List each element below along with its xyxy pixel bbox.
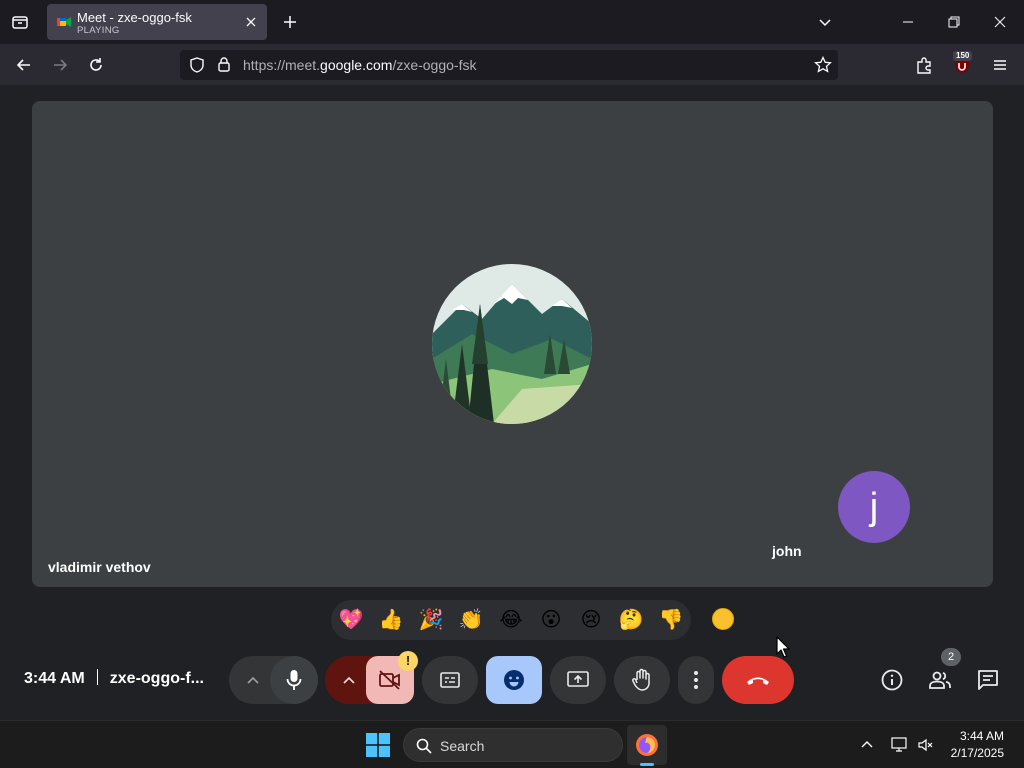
search-placeholder: Search (440, 738, 485, 754)
microphone-button[interactable] (270, 656, 318, 704)
chevron-down-icon[interactable] (813, 10, 837, 34)
browser-tab[interactable]: Meet - zxe-oggo-fsk PLAYING (47, 4, 267, 40)
microphone-icon (286, 670, 302, 690)
reaction-clap[interactable]: 👏 (457, 606, 485, 634)
close-icon[interactable] (241, 12, 261, 32)
network-icon[interactable] (891, 736, 909, 754)
audio-options-chevron-up-icon[interactable] (243, 670, 263, 690)
self-participant-tile[interactable]: j john (756, 441, 992, 571)
forward-arrow-icon[interactable] (47, 52, 73, 78)
self-avatar: j (838, 471, 910, 543)
taskbar-search-box[interactable]: Search (403, 728, 623, 762)
reaction-party[interactable]: 🎉 (417, 606, 445, 634)
tab-bar: Meet - zxe-oggo-fsk PLAYING (0, 0, 1024, 44)
meeting-time: 3:44 AM (24, 670, 85, 687)
windows-start-icon[interactable] (366, 733, 390, 757)
closed-captions-icon (440, 672, 460, 688)
back-arrow-icon[interactable] (11, 52, 37, 78)
reaction-thumbs-up[interactable]: 👍 (377, 606, 405, 634)
search-icon (416, 738, 432, 754)
emoji-icon (504, 670, 524, 690)
reaction-laugh[interactable]: 😂 (497, 606, 525, 634)
reaction-thinking[interactable]: 🤔 (617, 606, 645, 634)
reaction-thumbs-down[interactable]: 👎 (657, 606, 685, 634)
meeting-code: zxe-oggo-f... (109, 670, 204, 687)
tray-chevron-up-icon[interactable] (860, 737, 876, 753)
volume-muted-icon[interactable] (917, 736, 935, 754)
reload-icon[interactable] (83, 52, 109, 78)
hand-icon (632, 668, 650, 691)
tab-list-icon[interactable] (8, 10, 32, 34)
reactions-bar: 💖 👍 🎉 👏 😂 😮 😢 🤔 👎 (331, 600, 691, 640)
people-icon (929, 671, 951, 689)
video-off-icon (379, 670, 400, 690)
close-window-icon[interactable] (988, 10, 1012, 34)
menu-icon[interactable] (987, 52, 1013, 78)
captions-button[interactable] (422, 656, 478, 704)
raise-hand-button[interactable] (614, 656, 670, 704)
tab-title: Meet - zxe-oggo-fsk (77, 10, 192, 25)
reaction-heart[interactable]: 💖 (337, 606, 365, 634)
reaction-surprised[interactable]: 😮 (537, 606, 565, 634)
skin-tone-selector[interactable] (712, 608, 734, 630)
minimize-icon[interactable] (896, 10, 920, 34)
tab-playing-status: PLAYING (77, 25, 120, 36)
tray-clock-date[interactable]: 2/17/2025 (940, 746, 1004, 760)
present-screen-icon (567, 671, 589, 687)
divider (96, 669, 98, 685)
chat-button[interactable] (972, 664, 1004, 696)
url-text[interactable]: https://meet.google.com/zxe-oggo-fsk (243, 57, 476, 73)
chat-icon (978, 670, 998, 690)
extensions-icon[interactable] (911, 52, 937, 78)
main-participant-tile[interactable]: vladimir vethov j john (32, 101, 993, 587)
lock-icon[interactable] (217, 56, 231, 73)
star-icon[interactable] (814, 56, 832, 74)
info-icon (881, 669, 903, 691)
restore-icon[interactable] (942, 10, 966, 34)
navigation-bar: https://meet.google.com/zxe-oggo-fsk 150 (0, 44, 1024, 85)
meet-favicon-icon (57, 17, 71, 27)
people-button[interactable] (924, 664, 956, 696)
emoji-reactions-button[interactable] (486, 656, 542, 704)
main-participant-name: vladimir vethov (48, 559, 151, 575)
mouse-cursor-icon (776, 636, 790, 658)
extension-badge: 150 (953, 51, 973, 61)
audio-controls-group (229, 656, 318, 704)
present-screen-button[interactable] (550, 656, 606, 704)
firefox-icon (636, 734, 658, 756)
windows-taskbar: Search 3:44 AM 2/17/2025 (0, 720, 1024, 768)
leave-call-button[interactable] (722, 656, 794, 704)
video-options-chevron-up-icon[interactable] (339, 670, 359, 690)
camera-warning-badge: ! (398, 651, 418, 671)
tray-clock-time[interactable]: 3:44 AM (948, 729, 1004, 743)
more-vert-icon (694, 671, 698, 689)
call-end-icon (747, 677, 769, 685)
shield-icon[interactable] (189, 57, 205, 73)
url-bar[interactable]: https://meet.google.com/zxe-oggo-fsk (180, 50, 838, 80)
reaction-sad[interactable]: 😢 (577, 606, 605, 634)
more-options-button[interactable] (678, 656, 714, 704)
self-participant-name: john (772, 543, 802, 559)
meeting-info-button[interactable] (876, 664, 908, 696)
meet-app: vladimir vethov j john 💖 👍 🎉 👏 😂 😮 😢 🤔 👎… (0, 85, 1024, 720)
meeting-details: 3:44 AM zxe-oggo-f... (24, 669, 204, 688)
participant-avatar (432, 264, 592, 424)
active-app-indicator (640, 763, 654, 766)
plus-icon[interactable] (278, 10, 302, 34)
firefox-taskbar-button[interactable] (627, 725, 667, 765)
